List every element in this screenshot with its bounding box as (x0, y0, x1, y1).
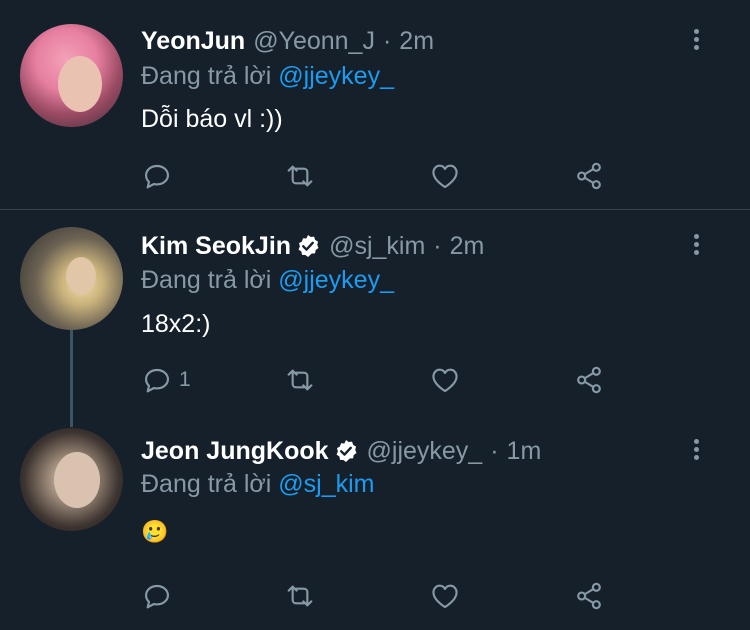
timestamp[interactable]: 2m (450, 232, 485, 261)
reply-count: 1 (179, 368, 191, 391)
tweet-actions: 1 (141, 362, 621, 398)
share-button[interactable] (573, 158, 605, 194)
user-name[interactable]: YeonJun (141, 27, 245, 56)
retweet-button[interactable] (284, 578, 316, 614)
mention-link[interactable]: @jjeykey_ (278, 266, 394, 294)
tweet-actions (141, 578, 621, 614)
tweet[interactable]: Kim SeokJin @sj_kim · 2m Đang trả lời @j… (0, 210, 750, 420)
retweet-icon (287, 585, 313, 607)
share-button[interactable] (573, 362, 605, 398)
more-icon[interactable] (686, 231, 706, 261)
tweet-text: Dỗi báo vl :)) (141, 105, 283, 133)
tweet[interactable]: Jeon JungKook @jjeykey_ · 1m Đang trả lờ… (0, 420, 750, 630)
retweet-button[interactable] (284, 158, 316, 194)
avatar[interactable] (20, 227, 123, 330)
replying-to-label: Đang trả lời (141, 62, 279, 90)
like-button[interactable] (429, 362, 461, 398)
replying-to-label: Đang trả lời (141, 266, 279, 294)
heart-icon (432, 368, 458, 393)
reply-icon (145, 368, 169, 393)
replying-to-label: Đang trả lời (141, 470, 279, 498)
share-icon (577, 366, 601, 394)
mention-link[interactable]: @jjeykey_ (278, 62, 394, 90)
replying-to: Đang trả lời @jjeykey_ (141, 62, 394, 91)
reply-icon (145, 164, 169, 189)
separator: · (382, 26, 392, 55)
user-name[interactable]: Kim SeokJin (141, 232, 291, 261)
tweet[interactable]: YeonJun @Yeonn_J · 2m Đang trả lời @jjey… (0, 0, 750, 209)
retweet-icon (287, 369, 313, 391)
user-name[interactable]: Jeon JungKook (141, 437, 329, 466)
heart-icon (432, 164, 458, 189)
reply-icon (145, 584, 169, 609)
share-button[interactable] (573, 578, 605, 614)
mention-link[interactable]: @sj_kim (278, 470, 374, 498)
timestamp[interactable]: 1m (507, 437, 542, 466)
separator: · (433, 231, 442, 260)
more-icon[interactable] (686, 26, 706, 56)
share-icon (577, 582, 601, 610)
replying-to: Đang trả lời @sj_kim (141, 470, 375, 499)
timestamp[interactable]: 2m (399, 27, 434, 56)
tweet-text: 🥲 (141, 519, 169, 544)
retweet-icon (287, 165, 313, 187)
like-button[interactable] (429, 158, 461, 194)
reply-button[interactable]: 1 (141, 362, 191, 398)
tweet-actions (141, 158, 621, 194)
reply-button[interactable] (141, 158, 179, 194)
reply-button[interactable] (141, 578, 179, 614)
user-handle[interactable]: @jjeykey_ (367, 437, 483, 466)
share-icon (577, 162, 601, 190)
user-handle[interactable]: @sj_kim (329, 232, 425, 261)
verified-badge-icon (298, 234, 319, 258)
user-handle[interactable]: @Yeonn_J (253, 27, 375, 56)
like-button[interactable] (429, 578, 461, 614)
verified-badge-icon (336, 439, 357, 463)
more-icon[interactable] (686, 436, 706, 466)
tweet-text: 18x2:) (141, 310, 211, 338)
heart-icon (432, 584, 458, 609)
replying-to: Đang trả lời @jjeykey_ (141, 266, 394, 295)
avatar[interactable] (20, 428, 123, 531)
avatar[interactable] (20, 24, 123, 127)
separator: · (490, 436, 499, 465)
retweet-button[interactable] (284, 362, 316, 398)
